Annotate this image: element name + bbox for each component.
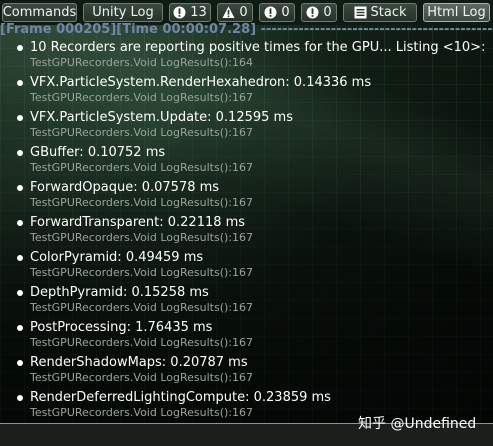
exception-filter-button[interactable]: 0 <box>301 3 337 22</box>
log-message: VFX.ParticleSystem.Update: 0.12595 ms <box>30 110 293 125</box>
log-source: TestGPURecorders.Void LogResults():167 <box>30 126 253 139</box>
log-source: TestGPURecorders.Void LogResults():167 <box>30 161 253 174</box>
log-entry[interactable]: ForwardOpaque: 0.07578 ms TestGPURecorde… <box>0 178 493 213</box>
error-icon <box>264 6 277 19</box>
warning-icon <box>222 6 235 19</box>
bullet-icon <box>17 185 23 191</box>
log-source: TestGPURecorders.Void LogResults():167 <box>30 336 253 349</box>
log-source: TestGPURecorders.Void LogResults():167 <box>30 91 253 104</box>
log-entry[interactable]: 10 Recorders are reporting positive time… <box>0 38 493 73</box>
log-source: TestGPURecorders.Void LogResults():167 <box>30 266 253 279</box>
log-message: VFX.ParticleSystem.RenderHexahedron: 0.1… <box>30 75 372 90</box>
bullet-icon <box>17 45 23 51</box>
stack-button-label: Stack <box>370 5 407 20</box>
log-source: TestGPURecorders.Void LogResults():167 <box>30 196 253 209</box>
watermark: 知乎 @Undefined <box>358 416 477 432</box>
info-filter-button[interactable]: 13 <box>169 3 211 22</box>
log-message: PostProcessing: 1.76435 ms <box>30 320 213 335</box>
info-icon <box>173 6 186 19</box>
log-source: TestGPURecorders.Void LogResults():167 <box>30 371 253 384</box>
commands-button-label: Commands <box>2 5 77 20</box>
log-message: ForwardOpaque: 0.07578 ms <box>30 180 220 195</box>
log-list[interactable]: 10 Recorders are reporting positive time… <box>0 38 493 423</box>
bullet-icon <box>17 150 23 156</box>
warning-count: 0 <box>239 5 248 20</box>
log-message: DepthPyramid: 0.15258 ms <box>30 285 209 300</box>
log-entry[interactable]: GBuffer: 0.10752 ms TestGPURecorders.Voi… <box>0 143 493 178</box>
html-log-button-label: Html Log <box>427 5 486 20</box>
frame-header: [Frame 000205][Time 00:00:07.28] -------… <box>0 22 493 37</box>
bullet-icon <box>17 290 23 296</box>
stack-icon <box>354 6 367 19</box>
log-message: ColorPyramid: 0.49459 ms <box>30 250 204 265</box>
exception-count: 0 <box>323 5 332 20</box>
bullet-icon <box>17 360 23 366</box>
warning-filter-button[interactable]: 0 <box>217 3 253 22</box>
bullet-icon <box>17 115 23 121</box>
bullet-icon <box>17 220 23 226</box>
log-source: TestGPURecorders.Void LogResults():164 <box>30 56 253 69</box>
log-message: RenderShadowMaps: 0.20787 ms <box>30 355 248 370</box>
bullet-icon <box>17 395 23 401</box>
exception-icon <box>306 6 319 19</box>
log-entry[interactable]: ColorPyramid: 0.49459 ms TestGPURecorder… <box>0 248 493 283</box>
bullet-icon <box>17 255 23 261</box>
log-source: TestGPURecorders.Void LogResults():167 <box>30 406 253 419</box>
bullet-icon <box>17 325 23 331</box>
error-count: 0 <box>281 5 290 20</box>
log-entry[interactable]: DepthPyramid: 0.15258 ms TestGPURecorder… <box>0 283 493 318</box>
unity-log-button-label: Unity Log <box>92 5 154 20</box>
log-message: 10 Recorders are reporting positive time… <box>30 40 486 55</box>
bullet-icon <box>17 80 23 86</box>
log-message: RenderDeferredLightingCompute: 0.23859 m… <box>30 390 331 405</box>
log-message: GBuffer: 0.10752 ms <box>30 145 166 160</box>
stack-button[interactable]: Stack <box>343 3 417 22</box>
log-entry[interactable]: ForwardTransparent: 0.22118 ms TestGPURe… <box>0 213 493 248</box>
commands-button[interactable]: Commands <box>2 3 77 22</box>
log-source: TestGPURecorders.Void LogResults():167 <box>30 231 253 244</box>
html-log-button[interactable]: Html Log <box>423 3 490 22</box>
info-count: 13 <box>190 5 207 20</box>
unity-log-button[interactable]: Unity Log <box>83 3 163 22</box>
log-message: ForwardTransparent: 0.22118 ms <box>30 215 246 230</box>
log-entry[interactable]: PostProcessing: 1.76435 ms TestGPURecord… <box>0 318 493 353</box>
log-entry[interactable]: VFX.ParticleSystem.Update: 0.12595 ms Te… <box>0 108 493 143</box>
log-source: TestGPURecorders.Void LogResults():167 <box>30 301 253 314</box>
error-filter-button[interactable]: 0 <box>259 3 295 22</box>
log-entry[interactable]: VFX.ParticleSystem.RenderHexahedron: 0.1… <box>0 73 493 108</box>
log-entry[interactable]: RenderShadowMaps: 0.20787 ms TestGPUReco… <box>0 353 493 388</box>
